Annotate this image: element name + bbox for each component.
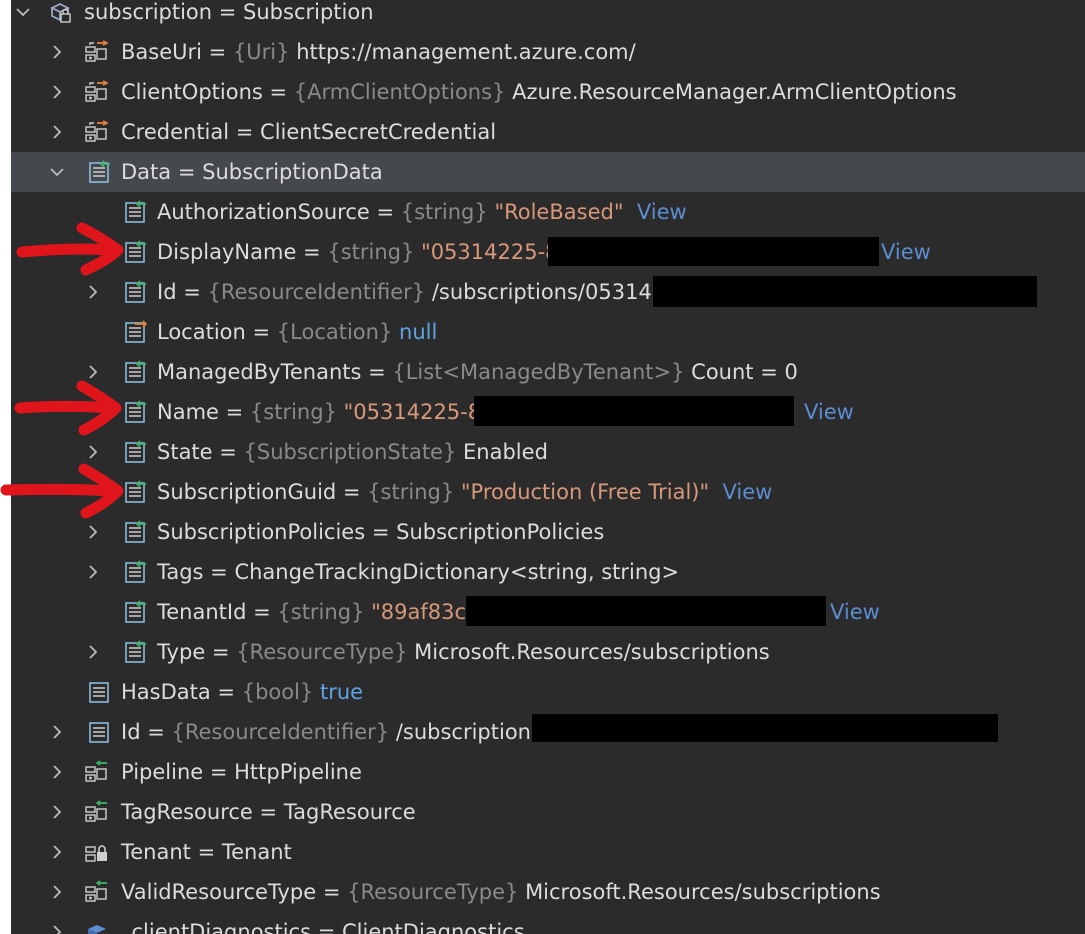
- tree-row-pipeline[interactable]: Pipeline = HttpPipeline: [11, 752, 1085, 792]
- field-icon: [125, 200, 146, 223]
- tree-row-text: Data = SubscriptionData: [121, 160, 383, 184]
- tree-row-tenant[interactable]: Tenant = Tenant: [11, 832, 1085, 872]
- tree-row-text: Pipeline = HttpPipeline: [121, 760, 362, 784]
- tree-row-baseuri[interactable]: BaseUri = {Uri} https://management.azure…: [11, 32, 1085, 72]
- tree-row-tags[interactable]: Tags = ChangeTrackingDictionary<string, …: [11, 552, 1085, 592]
- chevron-right-icon[interactable]: [85, 564, 101, 580]
- field-icon: [125, 240, 146, 263]
- tree-row-text: ClientOptions = {ArmClientOptions} Azure…: [121, 80, 957, 104]
- debugger-variables-tree: subscription = Subscription BaseUri = {U…: [11, 0, 1085, 934]
- chevron-right-icon[interactable]: [49, 844, 65, 860]
- annotation-arrow-icon: [14, 380, 122, 436]
- object-variable-icon: [50, 3, 71, 23]
- tree-row-clientoptions[interactable]: ClientOptions = {ArmClientOptions} Azure…: [11, 72, 1085, 112]
- chevron-right-icon[interactable]: [85, 644, 101, 660]
- tree-row-text: HasData = {bool} true: [121, 680, 364, 704]
- tree-row-data[interactable]: Data = SubscriptionData: [11, 152, 1085, 192]
- tree-row-subscriptionguid[interactable]: SubscriptionGuid = {string} "Production …: [11, 472, 1085, 512]
- field-icon: [125, 400, 146, 423]
- field-icon: [125, 560, 146, 583]
- tree-row-validresourcetype[interactable]: ValidResourceType = {ResourceType} Micro…: [11, 872, 1085, 912]
- tree-row-text: Id = {ResourceIdentifier} /subscriptions: [121, 720, 542, 744]
- tree-row-text: Tags = ChangeTrackingDictionary<string, …: [157, 560, 680, 584]
- tree-row-subscriptionpolicies[interactable]: SubscriptionPolicies = SubscriptionPolic…: [11, 512, 1085, 552]
- tree-row-text: TagResource = TagResource: [121, 800, 416, 824]
- field-icon: [125, 640, 146, 663]
- private-field-icon: [88, 925, 106, 934]
- redaction-bar: [532, 714, 998, 742]
- tree-row-type[interactable]: Type = {ResourceType} Microsoft.Resource…: [11, 632, 1085, 672]
- chevron-right-icon[interactable]: [85, 284, 101, 300]
- field-icon: [125, 520, 146, 543]
- field-icon: [125, 440, 146, 463]
- tree-row-text: Credential = ClientSecretCredential: [121, 120, 497, 144]
- chevron-down-icon[interactable]: [49, 164, 65, 180]
- tree-row-text: Name = {string} "05314225-85: [157, 400, 495, 424]
- tree-row-credential[interactable]: Credential = ClientSecretCredential: [11, 112, 1085, 152]
- view-link[interactable]: View: [804, 392, 854, 432]
- property-field-icon: [125, 320, 148, 343]
- view-link[interactable]: View: [637, 200, 687, 224]
- redaction-bar: [548, 237, 879, 266]
- tree-row-location[interactable]: Location = {Location} null: [11, 312, 1085, 352]
- chevron-right-icon[interactable]: [49, 924, 65, 934]
- field-icon: [125, 280, 146, 303]
- chevron-right-icon[interactable]: [85, 444, 101, 460]
- property-icon: [85, 120, 109, 142]
- property-icon: [85, 880, 107, 902]
- tree-row-subscription[interactable]: subscription = Subscription: [11, 0, 1085, 32]
- annotation-arrow-icon: [16, 222, 124, 276]
- view-link[interactable]: View: [830, 592, 880, 632]
- tree-row-text: ManagedByTenants = {List<ManagedByTenant…: [157, 360, 798, 384]
- tree-row-text: Location = {Location} null: [157, 320, 438, 344]
- field-icon: [125, 600, 146, 623]
- field-icon: [89, 682, 109, 703]
- tree-row-text: _clientDiagnostics = ClientDiagnostics: [121, 920, 525, 934]
- tree-row-text: Type = {ResourceType} Microsoft.Resource…: [157, 640, 770, 664]
- redaction-bar: [653, 276, 1037, 307]
- tree-row-text: TenantId = {string} "89af83cc: [157, 600, 478, 624]
- chevron-right-icon[interactable]: [85, 524, 101, 540]
- chevron-right-icon[interactable]: [49, 724, 65, 740]
- field-icon: [89, 722, 109, 743]
- tree-row-text: State = {SubscriptionState} Enabled: [157, 440, 548, 464]
- tree-row-text: AuthorizationSource = {string} "RoleBase…: [157, 200, 687, 224]
- tree-row-clientdiagnostics[interactable]: _clientDiagnostics = ClientDiagnostics: [11, 912, 1085, 934]
- tree-row-text: BaseUri = {Uri} https://management.azure…: [121, 40, 636, 64]
- property-icon: [85, 80, 109, 102]
- tree-row-authorizationsource[interactable]: AuthorizationSource = {string} "RoleBase…: [11, 192, 1085, 232]
- field-icon: [125, 480, 146, 503]
- tree-row-text: SubscriptionPolicies = SubscriptionPolic…: [157, 520, 605, 544]
- view-link[interactable]: View: [723, 480, 773, 504]
- redaction-bar: [474, 396, 794, 426]
- tree-row-managedbytenants[interactable]: ManagedByTenants = {List<ManagedByTenant…: [11, 352, 1085, 392]
- annotation-arrow-icon: [0, 463, 124, 519]
- tree-row-text: subscription = Subscription: [84, 0, 374, 24]
- chevron-right-icon[interactable]: [49, 804, 65, 820]
- tree-row-state[interactable]: State = {SubscriptionState} Enabled: [11, 432, 1085, 472]
- view-link[interactable]: View: [881, 232, 931, 272]
- chevron-down-icon[interactable]: [15, 4, 31, 20]
- tree-row-hasdata[interactable]: HasData = {bool} true: [11, 672, 1085, 712]
- tree-row-text: Id = {ResourceIdentifier} /subscriptions…: [157, 280, 666, 304]
- redaction-bar: [466, 596, 826, 626]
- private-property-icon: [85, 845, 107, 862]
- chevron-right-icon[interactable]: [49, 124, 65, 140]
- property-icon: [85, 800, 107, 822]
- tree-row-text: SubscriptionGuid = {string} "Production …: [157, 480, 773, 504]
- property-icon: [85, 760, 107, 782]
- property-icon: [85, 40, 109, 62]
- chevron-right-icon[interactable]: [49, 764, 65, 780]
- field-icon: [125, 360, 146, 383]
- chevron-right-icon[interactable]: [49, 884, 65, 900]
- tree-row-tagresource[interactable]: TagResource = TagResource: [11, 792, 1085, 832]
- tree-row-text: DisplayName = {string} "05314225-85: [157, 240, 572, 264]
- field-icon: [89, 160, 110, 183]
- chevron-right-icon[interactable]: [49, 44, 65, 60]
- chevron-right-icon[interactable]: [49, 84, 65, 100]
- tree-row-text: ValidResourceType = {ResourceType} Micro…: [121, 880, 881, 904]
- tree-row-text: Tenant = Tenant: [121, 840, 292, 864]
